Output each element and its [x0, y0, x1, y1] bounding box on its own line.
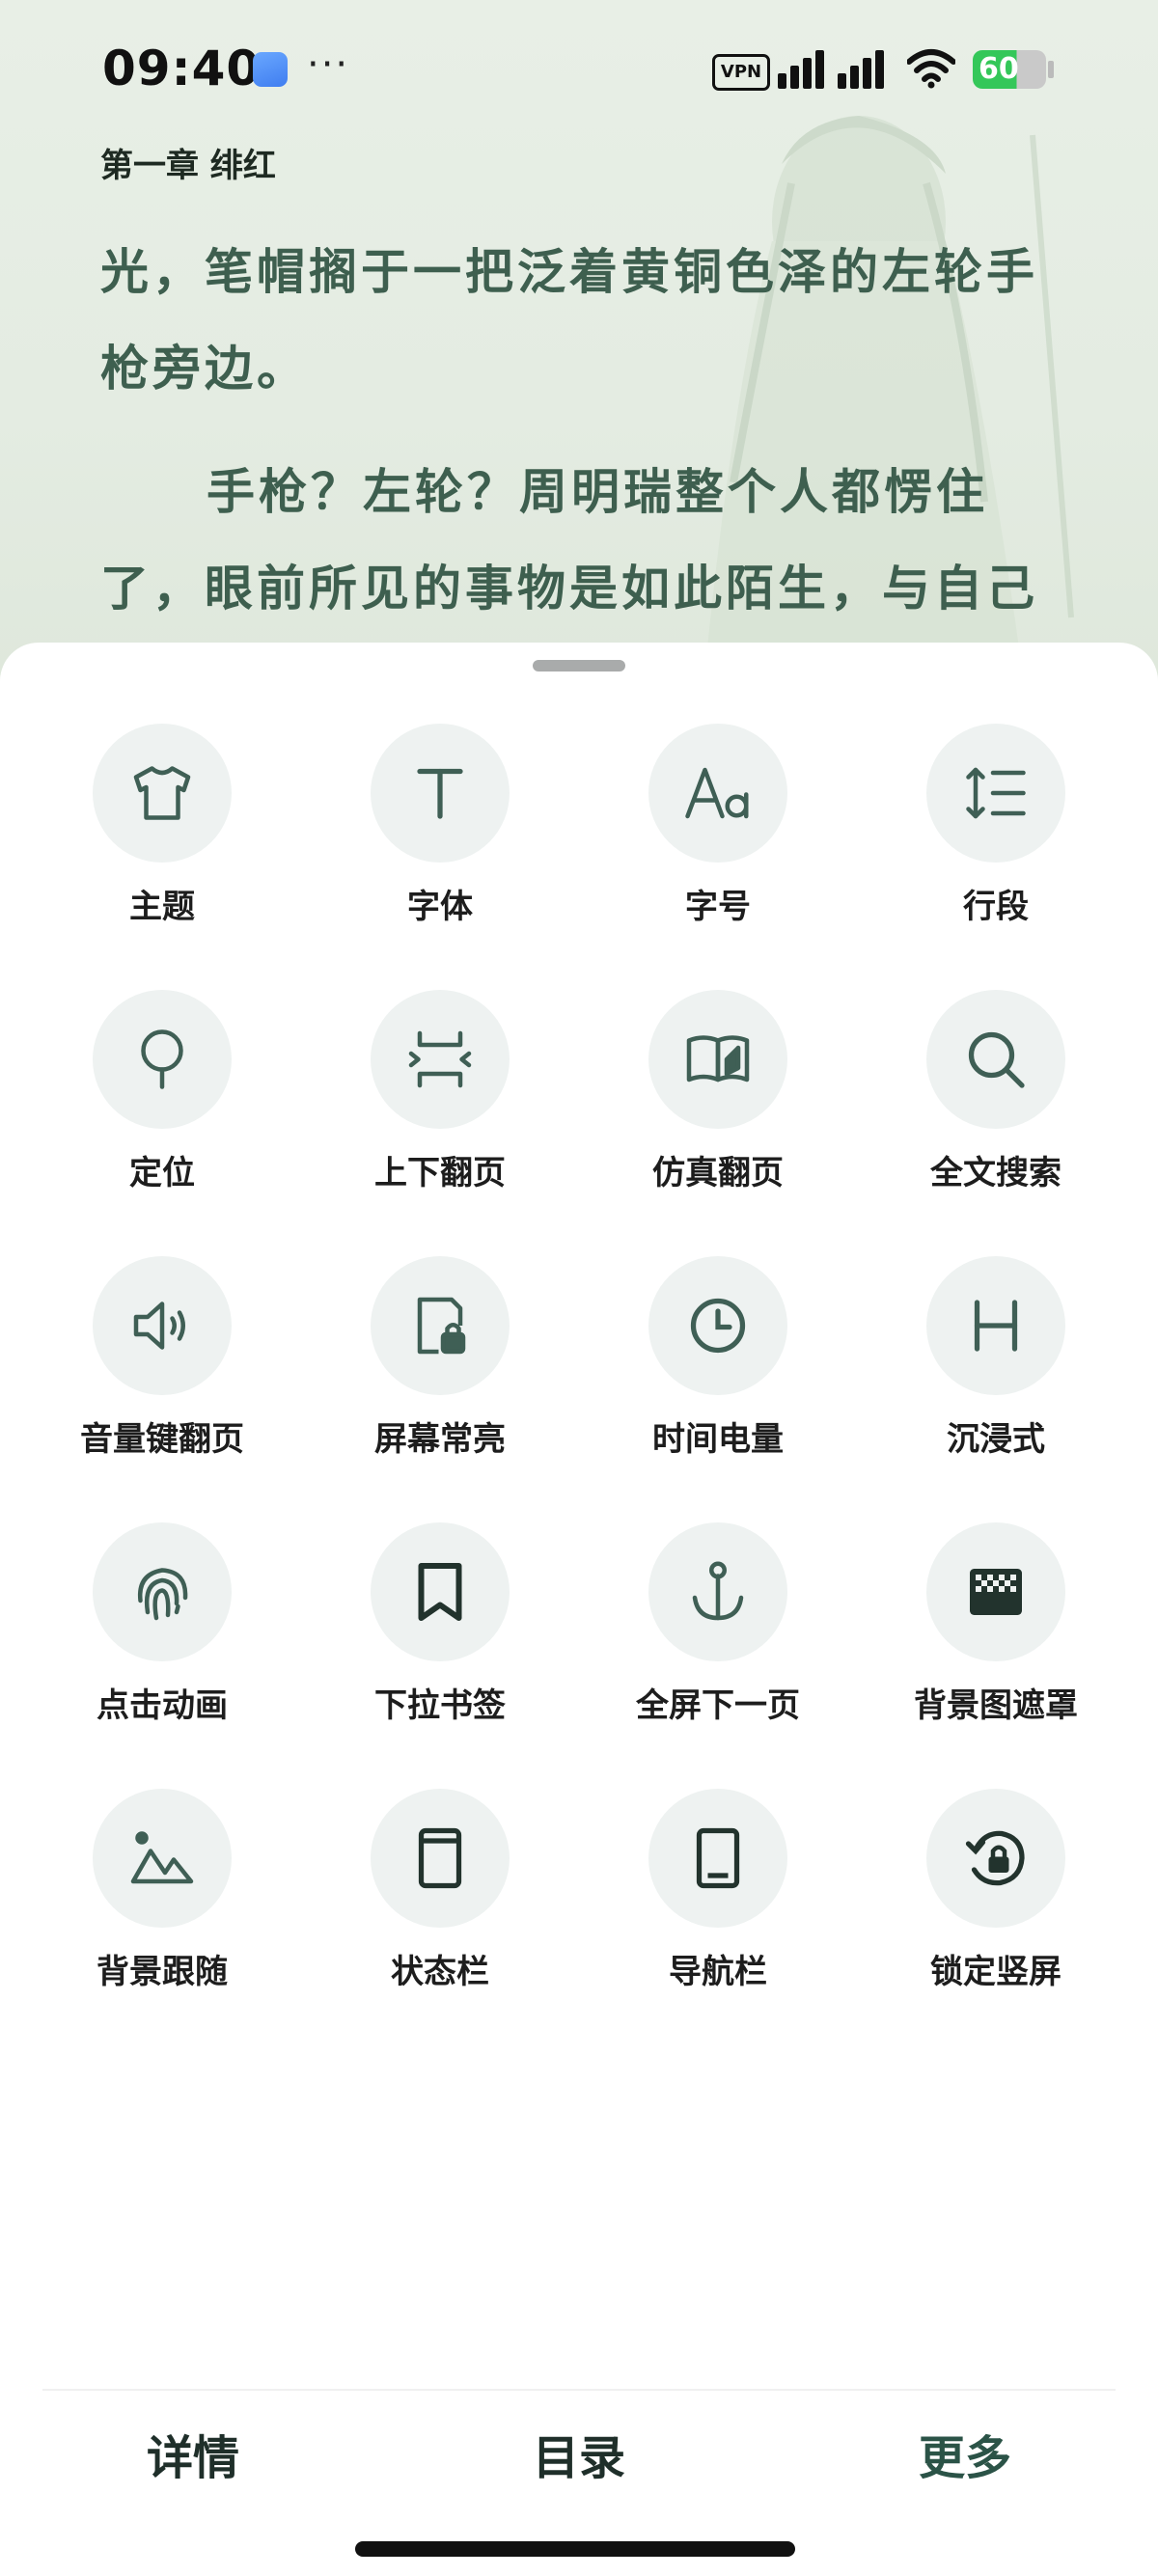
more-notifications-icon: ··· [307, 42, 350, 87]
fingerprint-icon [93, 1522, 232, 1661]
setting-theme[interactable]: 主题 [23, 724, 301, 945]
immersive-h-icon [926, 1256, 1065, 1395]
setting-background-mask[interactable]: 背景图遮罩 [857, 1522, 1135, 1744]
setting-label: 仿真翻页 [652, 1154, 784, 1192]
book-open-icon [648, 990, 787, 1129]
setting-label: 沉浸式 [947, 1420, 1045, 1459]
setting-lock-portrait[interactable]: 锁定竖屏 [857, 1789, 1135, 2011]
font-size-icon [648, 724, 787, 863]
status-bar-icon [371, 1789, 510, 1928]
setting-line-spacing[interactable]: 行段 [857, 724, 1135, 945]
wifi-icon [907, 49, 955, 89]
nav-more-button[interactable]: 更多 [820, 2420, 1110, 2487]
battery-tip [1048, 61, 1054, 78]
nav-toc-button[interactable]: 目录 [434, 2420, 724, 2487]
rotate-lock-icon [926, 1789, 1065, 1928]
setting-label: 行段 [963, 888, 1029, 926]
status-bar: 09:40 ··· VPN 60 [0, 0, 1158, 135]
mask-icon [926, 1522, 1065, 1661]
setting-label: 字体 [407, 888, 473, 926]
setting-label: 下拉书签 [374, 1686, 506, 1725]
shirt-icon [93, 724, 232, 863]
reader-paragraph: 光，笔帽搁于一把泛着黄铜色泽的左轮手枪旁边。 [100, 244, 1038, 397]
navigation-bar-icon [648, 1789, 787, 1928]
setting-label: 导航栏 [669, 1953, 767, 1991]
setting-location[interactable]: 定位 [23, 990, 301, 1212]
setting-background-follow[interactable]: 背景跟随 [23, 1789, 301, 2011]
chapter-title: 第一章 绯红 [100, 147, 276, 185]
setting-navigation-bar[interactable]: 导航栏 [579, 1789, 857, 2011]
reading-settings-sheet: 主题 字体 字号 行段 定位 上下翻页 仿真翻页 全文搜索 音量键翻页 屏幕常亮… [0, 643, 1158, 2576]
setting-tap-animation[interactable]: 点击动画 [23, 1522, 301, 1744]
bottom-nav: 详情 目录 更多 [0, 2420, 1158, 2516]
setting-label: 全屏下一页 [636, 1686, 800, 1725]
setting-label: 上下翻页 [374, 1154, 506, 1192]
setting-label: 锁定竖屏 [930, 1953, 1062, 1991]
setting-label: 状态栏 [391, 1953, 489, 1991]
setting-label: 点击动画 [96, 1686, 228, 1725]
clock-time: 09:40 [102, 41, 262, 96]
reader-page[interactable]: 09:40 ··· VPN 60 第一章 绯红 光，笔帽搁于一把泛着黄铜色泽的左… [0, 0, 1158, 675]
landscape-icon [93, 1789, 232, 1928]
sheet-drag-handle[interactable] [533, 660, 625, 671]
setting-label: 定位 [129, 1154, 195, 1192]
location-pin-icon [93, 990, 232, 1129]
setting-label: 时间电量 [652, 1420, 784, 1459]
setting-full-search[interactable]: 全文搜索 [857, 990, 1135, 1212]
setting-time-battery[interactable]: 时间电量 [579, 1256, 857, 1478]
line-spacing-icon [926, 724, 1065, 863]
home-indicator[interactable] [355, 2541, 795, 2557]
setting-label: 主题 [129, 888, 195, 926]
setting-vertical-flip[interactable]: 上下翻页 [301, 990, 579, 1212]
clock-icon [648, 1256, 787, 1395]
setting-label: 背景图遮罩 [914, 1686, 1078, 1725]
volume-icon [93, 1256, 232, 1395]
setting-pull-bookmark[interactable]: 下拉书签 [301, 1522, 579, 1744]
bookmark-icon [371, 1522, 510, 1661]
setting-immersive[interactable]: 沉浸式 [857, 1256, 1135, 1478]
battery-indicator: 60 [973, 50, 1046, 89]
setting-screen-on[interactable]: 屏幕常亮 [301, 1256, 579, 1478]
setting-fullscreen-next[interactable]: 全屏下一页 [579, 1522, 857, 1744]
setting-label: 字号 [685, 888, 751, 926]
setting-volume-key-flip[interactable]: 音量键翻页 [23, 1256, 301, 1478]
cellular-signal-icon [778, 50, 884, 89]
vertical-flip-icon [371, 990, 510, 1129]
app-notification-icon [253, 52, 288, 87]
setting-font[interactable]: 字体 [301, 724, 579, 945]
setting-label: 背景跟随 [96, 1953, 228, 1991]
search-icon [926, 990, 1065, 1129]
setting-status-bar[interactable]: 状态栏 [301, 1789, 579, 2011]
setting-simulated-flip[interactable]: 仿真翻页 [579, 990, 857, 1212]
font-t-icon [371, 724, 510, 863]
anchor-icon [648, 1522, 787, 1661]
nav-details-button[interactable]: 详情 [48, 2420, 338, 2487]
setting-label: 音量键翻页 [80, 1420, 244, 1459]
nav-divider [42, 2389, 1116, 2391]
vpn-icon: VPN [712, 54, 770, 91]
setting-label: 全文搜索 [930, 1154, 1062, 1192]
setting-font-size[interactable]: 字号 [579, 724, 857, 945]
setting-label: 屏幕常亮 [374, 1420, 506, 1459]
screen-lock-icon [371, 1256, 510, 1395]
reader-paragraph: 手枪？左轮？周明瑞整个人都愣住了，眼前所见的事物是如此陌生，与自己房间 [100, 464, 1038, 675]
